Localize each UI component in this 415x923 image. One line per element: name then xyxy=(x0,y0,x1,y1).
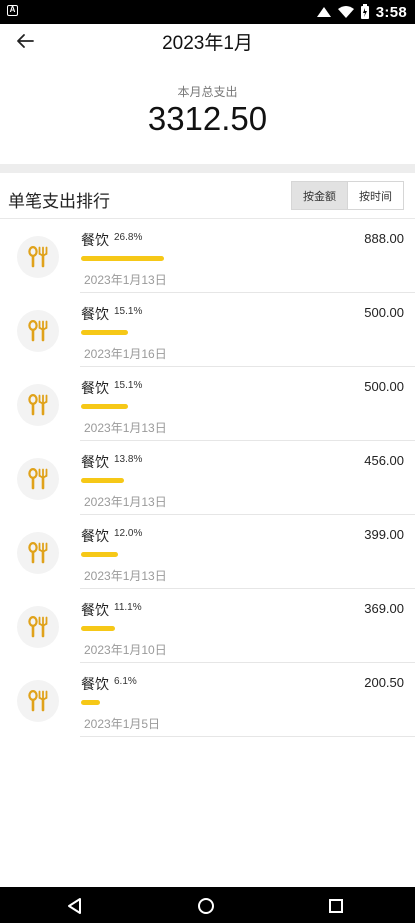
nav-back-button[interactable] xyxy=(65,896,85,916)
sort-by-time-button[interactable]: 按时间 xyxy=(347,182,403,209)
nav-home-button[interactable] xyxy=(196,896,216,916)
signal-icon xyxy=(316,7,331,17)
category-label: 餐饮 xyxy=(81,676,109,692)
percent-bar xyxy=(81,256,276,261)
category-icon-badge xyxy=(17,310,59,352)
percent-label: 6.1% xyxy=(114,676,137,687)
category-icon-badge xyxy=(17,236,59,278)
percent-bar xyxy=(81,700,276,705)
fork-spoon-icon xyxy=(28,393,48,416)
system-nav-bar xyxy=(0,887,415,923)
expense-row-content: 餐饮 13.8% 456.00 2023年1月13日 xyxy=(80,441,415,515)
fork-spoon-icon xyxy=(28,615,48,638)
circle-home-icon xyxy=(198,898,214,914)
ranking-header: 单笔支出排行 按金额 按时间 xyxy=(0,173,415,219)
percent-bar-fill xyxy=(81,330,128,335)
category-icon-badge xyxy=(17,532,59,574)
category-icon-badge xyxy=(17,606,59,648)
expense-row[interactable]: 餐饮 13.8% 456.00 2023年1月13日 xyxy=(0,441,415,515)
percent-bar xyxy=(81,552,276,557)
category-icon-badge xyxy=(17,680,59,722)
amount-label: 456.00 xyxy=(364,453,404,468)
fork-spoon-icon xyxy=(28,541,48,564)
app-notification-icon: A xyxy=(7,5,18,16)
status-icons: 3:58 xyxy=(316,3,407,21)
expense-row-content: 餐饮 15.1% 500.00 2023年1月16日 xyxy=(80,293,415,367)
category-label: 餐饮 xyxy=(81,232,109,248)
percent-label: 15.1% xyxy=(114,306,143,317)
fork-spoon-icon xyxy=(28,467,48,490)
expense-row[interactable]: 餐饮 12.0% 399.00 2023年1月13日 xyxy=(0,515,415,589)
expense-row[interactable]: 餐饮 15.1% 500.00 2023年1月13日 xyxy=(0,367,415,441)
date-label: 2023年1月10日 xyxy=(84,643,167,657)
fork-spoon-icon xyxy=(28,319,48,342)
sort-toggle: 按金额 按时间 xyxy=(291,181,404,210)
percent-bar xyxy=(81,330,276,335)
category-label: 餐饮 xyxy=(81,528,109,544)
percent-bar xyxy=(81,404,276,409)
percent-label: 15.1% xyxy=(114,380,143,391)
nav-recents-button[interactable] xyxy=(326,896,346,916)
percent-bar-fill xyxy=(81,552,118,557)
sort-by-amount-button[interactable]: 按金额 xyxy=(292,182,347,209)
expense-row-content: 餐饮 12.0% 399.00 2023年1月13日 xyxy=(80,515,415,589)
date-label: 2023年1月16日 xyxy=(84,347,167,361)
category-label: 餐饮 xyxy=(81,602,109,618)
percent-label: 13.8% xyxy=(114,454,143,465)
expense-row[interactable]: 餐饮 11.1% 369.00 2023年1月10日 xyxy=(0,589,415,663)
expense-row-content: 餐饮 11.1% 369.00 2023年1月10日 xyxy=(80,589,415,663)
status-time: 3:58 xyxy=(375,3,407,21)
battery-icon xyxy=(360,4,369,19)
date-label: 2023年1月13日 xyxy=(84,495,167,509)
percent-bar-fill xyxy=(81,700,100,705)
expense-row[interactable]: 餐饮 15.1% 500.00 2023年1月16日 xyxy=(0,293,415,367)
category-icon-badge xyxy=(17,384,59,426)
date-label: 2023年1月13日 xyxy=(84,273,167,287)
monthly-summary: 本月总支出 3312.50 xyxy=(0,56,415,164)
amount-label: 369.00 xyxy=(364,601,404,616)
percent-bar xyxy=(81,478,276,483)
percent-label: 12.0% xyxy=(114,528,143,539)
percent-bar xyxy=(81,626,276,631)
category-label: 餐饮 xyxy=(81,306,109,322)
category-label: 餐饮 xyxy=(81,380,109,396)
amount-label: 200.50 xyxy=(364,675,404,690)
percent-label: 11.1% xyxy=(114,602,142,613)
ranking-title: 单笔支出排行 xyxy=(8,192,110,211)
fork-spoon-icon xyxy=(28,245,48,268)
page-title: 2023年1月 xyxy=(162,33,253,54)
expense-row-content: 餐饮 15.1% 500.00 2023年1月13日 xyxy=(80,367,415,441)
expense-row-content: 餐饮 26.8% 888.00 2023年1月13日 xyxy=(80,219,415,293)
percent-label: 26.8% xyxy=(114,232,143,243)
amount-label: 500.00 xyxy=(364,305,404,320)
expense-list: 餐饮 26.8% 888.00 2023年1月13日 餐饮 15.1% 500.… xyxy=(0,219,415,737)
amount-label: 500.00 xyxy=(364,379,404,394)
date-label: 2023年1月13日 xyxy=(84,421,167,435)
app-header: 2023年1月 xyxy=(0,24,415,56)
triangle-back-icon xyxy=(68,898,81,914)
total-expense-value: 3312.50 xyxy=(147,100,268,137)
status-bar: A 3:58 xyxy=(0,0,415,24)
category-icon-badge xyxy=(17,458,59,500)
section-divider xyxy=(0,164,415,173)
percent-bar-fill xyxy=(81,478,124,483)
date-label: 2023年1月13日 xyxy=(84,569,167,583)
wifi-icon xyxy=(337,6,354,18)
square-recents-icon xyxy=(329,899,343,913)
category-label: 餐饮 xyxy=(81,454,109,470)
fork-spoon-icon xyxy=(28,689,48,712)
expense-row[interactable]: 餐饮 26.8% 888.00 2023年1月13日 xyxy=(0,219,415,293)
amount-label: 888.00 xyxy=(364,231,404,246)
percent-bar-fill xyxy=(81,256,164,261)
percent-bar-fill xyxy=(81,626,115,631)
amount-label: 399.00 xyxy=(364,527,404,542)
expense-row[interactable]: 餐饮 6.1% 200.50 2023年1月5日 xyxy=(0,663,415,737)
percent-bar-fill xyxy=(81,404,128,409)
total-expense-label: 本月总支出 xyxy=(177,85,238,99)
date-label: 2023年1月5日 xyxy=(84,717,161,731)
expense-row-content: 餐饮 6.1% 200.50 2023年1月5日 xyxy=(80,663,415,737)
